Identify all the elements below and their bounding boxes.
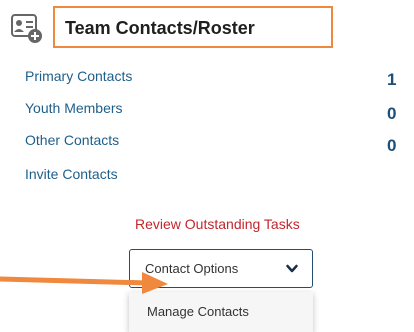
manage-contacts-menu-item[interactable]: Manage Contacts xyxy=(147,304,249,319)
review-outstanding-tasks-link[interactable]: Review Outstanding Tasks xyxy=(135,216,300,232)
page-title: Team Contacts/Roster xyxy=(65,18,255,38)
youth-members-link[interactable]: Youth Members xyxy=(25,100,123,116)
arrow-icon xyxy=(0,272,168,294)
chevron-down-icon xyxy=(286,264,298,273)
other-contacts-count: 0 xyxy=(387,136,397,155)
invite-contacts-link[interactable]: Invite Contacts xyxy=(25,166,118,182)
primary-contacts-link[interactable]: Primary Contacts xyxy=(25,68,132,84)
page-title-box: Team Contacts/Roster xyxy=(53,6,333,48)
other-contacts-link[interactable]: Other Contacts xyxy=(25,132,119,148)
contacts-add-icon xyxy=(11,14,42,43)
youth-members-count: 0 xyxy=(387,104,397,123)
contact-options-menu: Manage Contacts xyxy=(129,292,313,332)
primary-contacts-count: 1 xyxy=(387,70,397,89)
